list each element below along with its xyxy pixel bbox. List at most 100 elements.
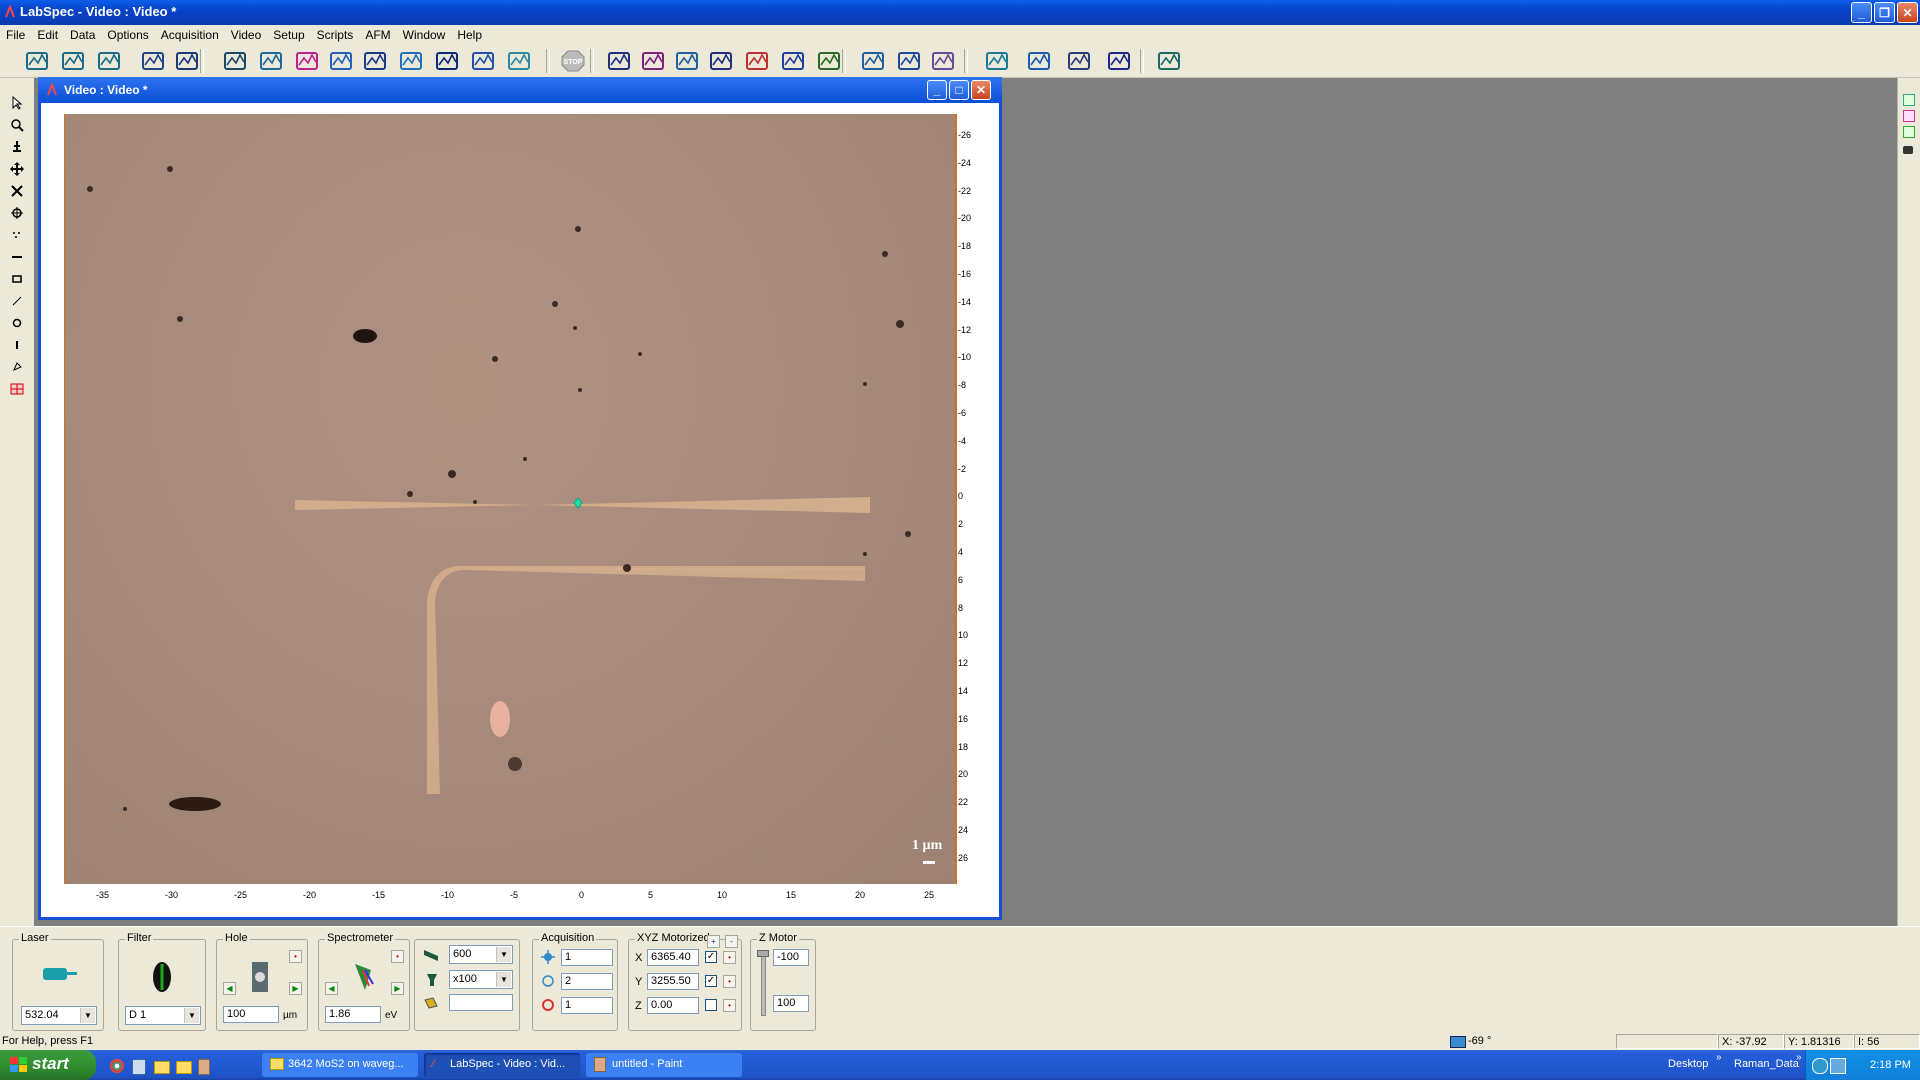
chevron-right-icon[interactable]: »: [1796, 1052, 1802, 1063]
y-lock-checkbox[interactable]: ✓: [705, 975, 717, 987]
peaks-icon[interactable]: [606, 49, 632, 73]
open-icon[interactable]: [984, 49, 1010, 73]
multi-icon[interactable]: [816, 49, 842, 73]
z-reset-button[interactable]: •: [723, 999, 736, 1012]
menu-afm[interactable]: AFM: [359, 25, 396, 42]
accumulation-input[interactable]: 2: [561, 973, 613, 990]
menu-options[interactable]: Options: [101, 25, 154, 42]
histogram-icon[interactable]: [780, 49, 806, 73]
line-v-icon[interactable]: [8, 336, 26, 354]
stop-icon[interactable]: STOP: [560, 49, 586, 73]
menu-file[interactable]: File: [0, 25, 31, 42]
fish-icon[interactable]: [294, 49, 320, 73]
circle-icon[interactable]: [8, 314, 26, 332]
extra-input[interactable]: [449, 994, 513, 1011]
line-icon[interactable]: [8, 292, 26, 310]
task-paint[interactable]: untitled - Paint: [586, 1053, 742, 1077]
paint-icon[interactable]: [198, 1059, 210, 1075]
task-explorer[interactable]: 3642 MoS2 on waveg...: [262, 1053, 418, 1077]
xyz-add-button[interactable]: +: [707, 935, 720, 948]
x-position-input[interactable]: 6365.40: [647, 949, 699, 966]
zmotor-bottom-input[interactable]: 100: [773, 995, 809, 1012]
filter-icon[interactable]: [151, 960, 173, 994]
z-position-input[interactable]: 0.00: [647, 997, 699, 1014]
spectrometer-increase-button[interactable]: ▶: [391, 982, 404, 995]
print-icon[interactable]: [1066, 49, 1092, 73]
dots-icon[interactable]: [8, 226, 26, 244]
spectrometer-input[interactable]: 1.86: [325, 1006, 381, 1023]
panel-b-icon[interactable]: [1903, 110, 1915, 122]
camera-icon[interactable]: [1903, 146, 1913, 154]
y-position-input[interactable]: 3255.50: [647, 973, 699, 990]
sphere-icon[interactable]: [434, 49, 460, 73]
menu-edit[interactable]: Edit: [31, 25, 64, 42]
hole-increase-button[interactable]: ▶: [289, 982, 302, 995]
rectangle-icon[interactable]: [8, 270, 26, 288]
tools-icon[interactable]: [896, 49, 922, 73]
z-lock-checkbox[interactable]: [705, 999, 717, 1011]
menu-scripts[interactable]: Scripts: [311, 25, 360, 42]
surface-icon[interactable]: [674, 49, 700, 73]
xyz-minus-button[interactable]: -: [725, 935, 738, 948]
zmotor-slider-thumb[interactable]: [757, 950, 769, 957]
close-button[interactable]: ✕: [1897, 2, 1918, 23]
move-icon[interactable]: [8, 160, 26, 178]
grating-select[interactable]: 600 ▼: [449, 945, 513, 964]
fit-icon[interactable]: [708, 49, 734, 73]
polygon-icon[interactable]: [8, 358, 26, 376]
line-h-icon[interactable]: [8, 248, 26, 266]
laser-select[interactable]: 532.04 ▼: [21, 1006, 97, 1025]
minimize-button[interactable]: _: [1851, 2, 1872, 23]
toolbar-raman-data[interactable]: Raman_Data: [1734, 1058, 1799, 1070]
video-maximize-button[interactable]: □: [949, 80, 969, 100]
document-icon[interactable]: [132, 1059, 146, 1075]
convert-icon[interactable]: [860, 49, 886, 73]
y-reset-button[interactable]: •: [723, 975, 736, 988]
pointer-icon[interactable]: [8, 94, 26, 112]
spectrum-icon[interactable]: [222, 49, 248, 73]
task-labspec[interactable]: ⁄ LabSpec - Video : Vid...: [424, 1053, 580, 1077]
zmotor-top-input[interactable]: -100: [773, 949, 809, 966]
spectrometer-decrease-button[interactable]: ◀: [325, 982, 338, 995]
menu-help[interactable]: Help: [451, 25, 488, 42]
chart-icon[interactable]: [398, 49, 424, 73]
grid-icon[interactable]: [328, 49, 354, 73]
folder-icon[interactable]: [176, 1061, 192, 1074]
vertical-arrows-icon[interactable]: [60, 49, 86, 73]
spectrometer-reset-button[interactable]: •: [391, 950, 404, 963]
help-icon[interactable]: [1106, 49, 1132, 73]
acquisition-time-input[interactable]: 1: [561, 949, 613, 966]
network-icon[interactable]: [1812, 1058, 1828, 1074]
panel-a-icon[interactable]: [1903, 94, 1915, 106]
menu-video[interactable]: Video: [225, 25, 267, 42]
laser-icon[interactable]: [39, 962, 81, 984]
tray-app-icon[interactable]: [1830, 1058, 1846, 1074]
anchor-icon[interactable]: [8, 138, 26, 156]
menu-data[interactable]: Data: [64, 25, 101, 42]
restore-button[interactable]: ❐: [1874, 2, 1895, 23]
map-icon[interactable]: [8, 380, 26, 398]
graph-icon[interactable]: [930, 49, 956, 73]
zmotor-slider[interactable]: [761, 952, 766, 1016]
loop-input[interactable]: 1: [561, 997, 613, 1014]
toolbar-desktop[interactable]: Desktop: [1668, 1058, 1708, 1070]
table-icon[interactable]: [362, 49, 388, 73]
folder-icon[interactable]: [154, 1061, 170, 1074]
scatter-icon[interactable]: [744, 49, 770, 73]
x-lock-checkbox[interactable]: ✓: [705, 951, 717, 963]
info-icon[interactable]: [174, 49, 200, 73]
mountains-icon[interactable]: [640, 49, 666, 73]
map-icon[interactable]: [258, 49, 284, 73]
start-button[interactable]: start: [0, 1050, 96, 1080]
chrome-icon[interactable]: [110, 1059, 124, 1073]
menu-setup[interactable]: Setup: [267, 25, 310, 42]
save-icon[interactable]: [1026, 49, 1052, 73]
check-icon[interactable]: [1903, 126, 1915, 138]
menu-acquisition[interactable]: Acquisition: [155, 25, 225, 42]
hole-decrease-button[interactable]: ◀: [223, 982, 236, 995]
triangle-icon[interactable]: [506, 49, 532, 73]
image-icon[interactable]: [140, 49, 166, 73]
target-icon[interactable]: [8, 204, 26, 222]
x-reset-button[interactable]: •: [723, 951, 736, 964]
horizontal-arrows-icon[interactable]: [96, 49, 122, 73]
